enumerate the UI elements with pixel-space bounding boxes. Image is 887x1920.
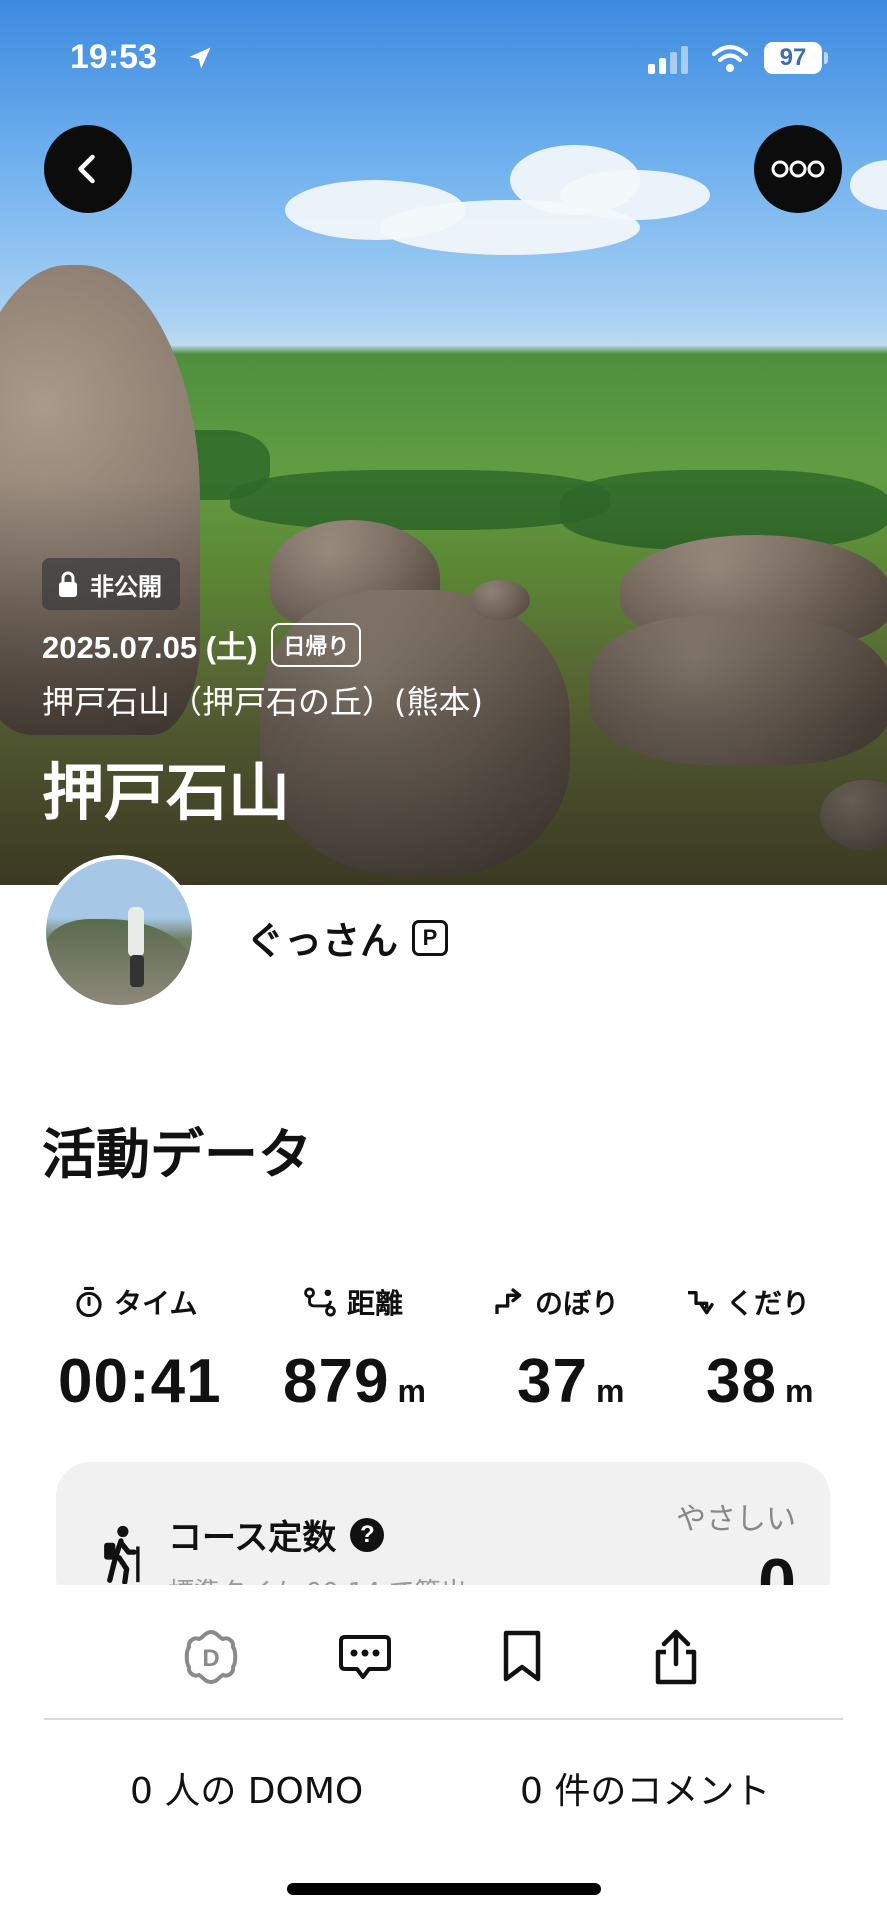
hiker-icon [104,1525,140,1584]
stopwatch-icon [76,1286,102,1318]
stat-time-value: 00:41 [58,1347,222,1416]
privacy-badge: 非公開 [42,558,180,610]
stat-distance-value: 879 [283,1347,390,1416]
share-button[interactable] [641,1622,711,1692]
domo-count[interactable]: 0 人の DOMO [130,1762,363,1814]
chevron-left-icon [78,154,95,184]
domo-icon: D [184,1629,238,1685]
bookmark-icon [503,1630,541,1682]
domo-button[interactable]: D [176,1622,246,1692]
stat-ascent-label: のぼり [535,1287,620,1320]
home-indicator[interactable] [287,1883,601,1895]
stat-ascent: のぼり 37 m [495,1282,625,1417]
back-button[interactable] [44,125,132,213]
stat-ascent-value-row: 37 m [517,1346,625,1417]
stat-distance-unit: m [397,1373,427,1409]
avatar-cliff [46,919,192,1005]
activity-date-row: 2025.07.05 (土) 日帰り [42,622,362,667]
location-arrow-icon [189,47,211,69]
wifi-icon [712,45,748,72]
comment-button[interactable] [330,1622,400,1692]
bookmark-button[interactable] [487,1622,557,1692]
share-icon [655,1629,697,1685]
section-title-activity: 活動データ [42,1123,312,1186]
course-difficulty: やさしい [676,1502,796,1537]
comment-count[interactable]: 0 件のコメント [520,1762,770,1814]
avatar-person-legs [130,955,144,987]
user-name-row[interactable]: ぐっさん P [246,910,449,965]
user-name: ぐっさん [246,919,399,963]
bottom-action-bar [0,1585,887,1920]
stat-time-value-row: 00:41 [58,1346,222,1417]
course-constant-title-row: コース定数 ? [168,1510,385,1559]
course-constant-title: コース定数 [168,1518,337,1558]
stat-ascent-label-row: のぼり [493,1282,625,1322]
battery-level: 97 [779,44,807,71]
cloud [560,170,710,220]
divider [44,1718,843,1720]
stat-distance-value-row: 879 m [283,1346,427,1417]
ascent-icon [495,1288,522,1314]
stat-descent-value-row: 38 m [706,1346,814,1417]
premium-badge: P [412,919,449,956]
stat-ascent-value: 37 [517,1347,588,1416]
stat-descent-value: 38 [706,1347,777,1416]
stat-ascent-unit: m [595,1373,626,1409]
battery-cap [824,52,828,64]
signal-icon [648,46,688,74]
stat-descent-unit: m [784,1373,815,1409]
more-dots-icon [771,160,825,178]
cloud [850,160,887,210]
stat-descent-label-row: くだり [684,1282,814,1322]
more-button[interactable] [754,125,842,213]
activity-date: 2025.07.05 (土) [42,630,258,665]
stat-descent-label: くだり [726,1287,811,1320]
avatar-person [128,907,144,957]
stat-distance-label: 距離 [347,1287,404,1320]
battery-indicator: 97 [764,42,822,74]
stat-time-label-row: タイム [74,1282,222,1322]
activity-title: 押戸石山 [42,756,291,829]
comment-icon [339,1635,391,1679]
stat-time-label: タイム [114,1287,198,1320]
svg-text:D: D [202,1645,219,1672]
status-time: 19:53 [70,38,157,76]
stat-descent: くだり 38 m [688,1282,814,1417]
route-icon [304,1287,336,1317]
privacy-label: 非公開 [90,572,162,601]
mountain-location: 押戸石山（押戸石の丘）(熊本) [42,683,483,721]
stat-time: タイム 00:41 [58,1282,222,1417]
descent-icon [688,1291,714,1315]
stat-distance: 距離 879 m [283,1282,427,1417]
avatar[interactable] [42,855,196,1009]
trip-type-badge: 日帰り [271,622,362,667]
stat-distance-label-row: 距離 [303,1282,427,1322]
help-icon[interactable]: ? [350,1517,385,1552]
lock-icon [59,571,77,597]
